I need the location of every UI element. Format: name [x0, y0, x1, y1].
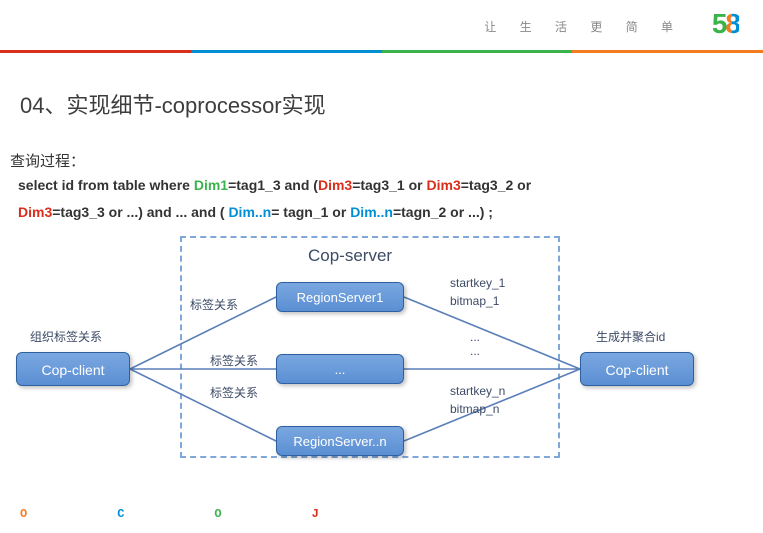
cop-server-label: Cop-server [308, 246, 392, 266]
startkey-1: startkey_1 [450, 276, 505, 290]
sql-pre1: select id from table where [18, 177, 194, 193]
footer-icon-3: O [214, 507, 304, 521]
architecture-diagram: Cop-server Cop-client Cop-client RegionS… [0, 230, 763, 470]
edge-label-2: 标签关系 [210, 352, 258, 369]
footer-icon-4: J [312, 507, 402, 521]
edge-label-1: 标签关系 [190, 296, 238, 313]
bitmap-n: bitmap_n [450, 402, 499, 416]
region-server-mid-node: ... [276, 354, 404, 384]
edge-label-3: 标签关系 [210, 384, 258, 401]
query-label: 查询过程： [10, 150, 85, 171]
sql-dimn2: Dim..n [350, 204, 393, 220]
right-annot: 生成并聚合id [596, 328, 665, 345]
cop-client-left-node: Cop-client [16, 352, 130, 386]
sql-dim3a: Dim3 [318, 177, 352, 193]
logo-digit-5: 5 [712, 8, 726, 39]
footer-icons: O C O J [20, 507, 402, 521]
tagline: 让 生 活 更 简 单 [484, 18, 683, 35]
sql-eq3c: =tag3_3 or ...) and ... and ( [52, 204, 228, 220]
cop-client-right-node: Cop-client [580, 352, 694, 386]
sql-dim1: Dim1 [194, 177, 228, 193]
sql-dim3b: Dim3 [427, 177, 461, 193]
sql-dimn1: Dim..n [228, 204, 271, 220]
left-annot: 组织标签关系 [30, 328, 102, 345]
sql-eq3a: =tag3_1 or [352, 177, 426, 193]
footer-icon-1: O [20, 507, 110, 521]
sql-eq3b: =tag3_2 or [461, 177, 531, 193]
sql-text: select id from table where Dim1=tag1_3 a… [18, 172, 723, 225]
sql-eqn2: =tagn_2 or ...) ; [393, 204, 493, 220]
mid-dots-1: ... [470, 330, 480, 344]
cop-server-box [180, 236, 560, 458]
region-server-n-node: RegionServer..n [276, 426, 404, 456]
sql-eq1: =tag1_3 and ( [228, 177, 318, 193]
bitmap-1: bitmap_1 [450, 294, 499, 308]
page-title: 04、实现细节-coprocessor实现 [20, 88, 326, 120]
sql-eqn1: = tagn_1 or [271, 204, 350, 220]
footer-icon-2: C [117, 507, 207, 521]
mid-dots-2: ... [470, 344, 480, 358]
logo-58: 58 [712, 8, 739, 40]
logo-digit-8: 8 [725, 8, 739, 39]
top-color-bar [0, 50, 763, 53]
region-server-1-node: RegionServer1 [276, 282, 404, 312]
sql-dim3c: Dim3 [18, 204, 52, 220]
startkey-n: startkey_n [450, 384, 505, 398]
